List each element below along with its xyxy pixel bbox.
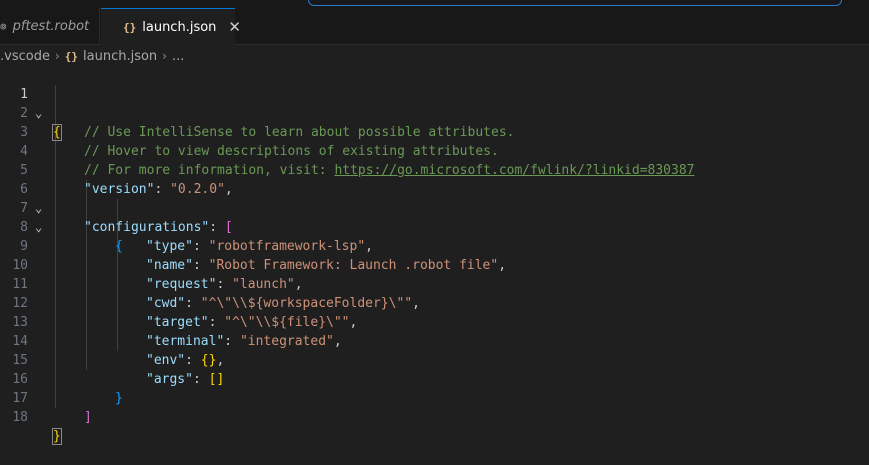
code-line: 6 ⌄ "configurations": [ (0, 161, 869, 235)
code-line: 9 "name": "Robot Framework: Launch .robo… (0, 218, 869, 273)
code-line: 14 "env": {}, (0, 313, 869, 368)
json-file-icon: {} (123, 20, 137, 34)
code-line: 15 "args": [] (0, 332, 869, 387)
code-line: 8 "type": "robotframework-lsp", (0, 199, 869, 254)
code-line: 12 "target": "^\"\\${file}\"", (0, 275, 869, 330)
code-line: 17 ] (0, 370, 869, 425)
code-line: 3 // Hover to view descriptions of exist… (0, 104, 869, 159)
code-line: 11 "cwd": "^\"\\${workspaceFolder}\"", (0, 256, 869, 311)
breadcrumb: .vscode › {} launch.json › ... (0, 45, 869, 67)
breadcrumb-folder[interactable]: .vscode (0, 49, 50, 64)
code-line: 7 ⌄ { (0, 180, 869, 254)
title-bar (0, 0, 869, 8)
close-icon[interactable]: ✕ (228, 18, 241, 36)
code-line: 10 "request": "launch", (0, 237, 869, 292)
tab-label: launch.json (142, 19, 217, 35)
code-line: 16 } (0, 351, 869, 406)
code-line: 2 // Use IntelliSense to learn about pos… (0, 85, 869, 140)
tab-pftest-robot[interactable]: ⊚ pftest.robot (0, 8, 100, 44)
code-line: 18 } (0, 389, 869, 445)
breadcrumb-symbols[interactable]: ... (172, 49, 184, 64)
code-line: 13 "terminal": "integrated", (0, 294, 869, 349)
code-line: 1 ⌄ { (0, 66, 869, 141)
tab-label: pftest.robot (12, 18, 90, 34)
tab-launch-json[interactable]: {} launch.json ✕ (101, 8, 241, 45)
close-bracket: ] (84, 410, 92, 425)
code-line: 4 // For more information, visit: https:… (0, 123, 869, 178)
line-number: 18 (12, 410, 28, 425)
command-center[interactable] (308, 0, 842, 6)
chevron-right-icon: › (54, 49, 60, 63)
editor-tab-bar: ⊚ pftest.robot {} launch.json ✕ (0, 8, 869, 45)
code-editor[interactable]: 1 ⌄ { 2 // Use IntelliSense to learn abo… (0, 66, 869, 447)
code-line: 5 "version": "0.2.0", (0, 142, 869, 197)
robot-file-icon: ⊚ (0, 19, 7, 33)
chevron-right-icon: › (162, 49, 167, 63)
breadcrumb-file[interactable]: launch.json (83, 49, 157, 64)
json-file-icon: {} (64, 49, 79, 63)
close-brace: } (52, 428, 62, 445)
